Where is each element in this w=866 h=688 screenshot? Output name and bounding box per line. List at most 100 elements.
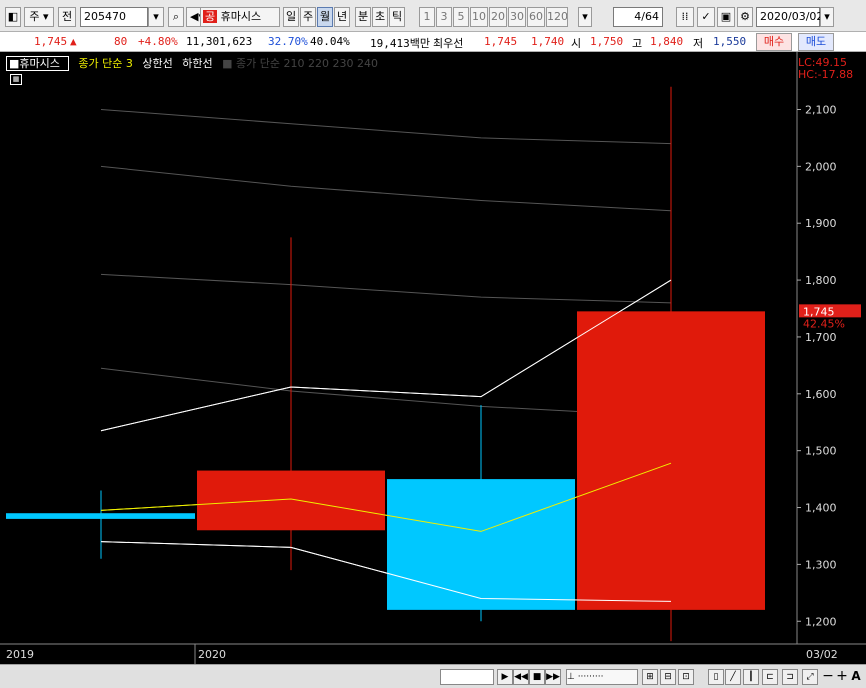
legend-upper[interactable]: 상한선 bbox=[142, 57, 172, 70]
grid-icon[interactable]: ⁞⁞ bbox=[676, 7, 694, 27]
open-label: 시 bbox=[571, 37, 582, 50]
market-select[interactable]: 주 ▾ bbox=[24, 7, 54, 27]
x-tick-label: 03/02 bbox=[806, 648, 838, 661]
chevron-down-icon[interactable]: ▾ bbox=[820, 7, 834, 27]
candle-body bbox=[6, 513, 195, 519]
interval-button[interactable]: 120 bbox=[546, 7, 568, 27]
stock-name-label: 휴마시스 bbox=[220, 10, 262, 23]
stop-icon[interactable]: ■ bbox=[529, 669, 545, 685]
prev-button[interactable]: 전 bbox=[58, 7, 76, 27]
period-button[interactable]: 초 bbox=[372, 7, 388, 27]
font-icon[interactable]: A bbox=[848, 669, 864, 685]
bottom-bar: ▶ ◀◀ ■ ▶▶ ⊥ ········· ⊞ ⊟ ⊡ ▯ ╱ ┃ ⊏ ⊐ ⤢ … bbox=[0, 664, 866, 688]
change-value: 80 bbox=[114, 35, 128, 48]
open-value: 1,750 bbox=[590, 35, 624, 48]
chart-area[interactable]: 1,200 1,300 1,400 1,500 1,600 1,700 1,800 1,900… bbox=[0, 52, 866, 664]
best-ask: 1,745 bbox=[484, 35, 518, 48]
zoom-slider[interactable]: ⊥ ········· bbox=[566, 669, 638, 685]
y-tick-label: 1,200 bbox=[805, 615, 837, 628]
table-icon[interactable]: ▦ bbox=[10, 74, 22, 85]
hc-indicator: HC:-17.88 bbox=[798, 68, 854, 81]
code-input[interactable]: 205470 bbox=[80, 7, 148, 27]
y-tick-label: 1,800 bbox=[805, 274, 837, 287]
buy-button[interactable]: 매수 bbox=[756, 33, 792, 51]
chevron-down-icon[interactable]: ▾ bbox=[148, 7, 164, 27]
scroll-track[interactable] bbox=[440, 669, 494, 685]
chart-legend: ■휴마시스 종가 단순 3 상한선 하한선 ■ 종가 단순 210 220 23… bbox=[6, 55, 390, 71]
series-line bbox=[100, 108, 672, 145]
interval-button[interactable]: 3 bbox=[436, 7, 452, 27]
candle-body bbox=[577, 311, 765, 610]
candlestick-chart: 1,200 1,300 1,400 1,500 1,600 1,700 1,800 1,900… bbox=[0, 52, 866, 664]
y-tick-label: 1,500 bbox=[805, 445, 837, 458]
zoom-box-icon[interactable]: ⊞ bbox=[642, 669, 658, 685]
volume-value: 11,301,623 bbox=[186, 35, 253, 48]
interval-button[interactable]: 5 bbox=[453, 7, 469, 27]
play-icon[interactable]: ▶ bbox=[497, 669, 513, 685]
range-icon[interactable]: ⊐ bbox=[782, 669, 798, 685]
interval-button[interactable]: 10 bbox=[470, 7, 488, 27]
zoom-reset-icon[interactable]: ⤢ bbox=[802, 669, 818, 685]
y-tick-label: 2,000 bbox=[805, 160, 837, 173]
period-button[interactable]: 월 bbox=[317, 7, 333, 27]
interval-button[interactable]: 60 bbox=[527, 7, 545, 27]
chart-type-icon[interactable]: ⊡ bbox=[678, 669, 694, 685]
y-tick-label: 1,900 bbox=[805, 217, 837, 230]
candle-body bbox=[387, 479, 575, 610]
percent-2: 40.04% bbox=[310, 35, 350, 48]
line-icon[interactable]: ╱ bbox=[725, 669, 741, 685]
legend-lower[interactable]: 하한선 bbox=[182, 57, 212, 70]
y-tick-label: 1,400 bbox=[805, 502, 837, 515]
date-input[interactable]: 2020/03/02 bbox=[756, 7, 823, 27]
check-chart-icon[interactable]: ✓ bbox=[697, 7, 715, 27]
quote-bar: 1,745 ▲ 80 +4.80% 11,301,623 32.70% 40.0… bbox=[0, 32, 866, 52]
price-pct-label: 42.45% bbox=[803, 317, 845, 330]
window-icon[interactable]: ◧ bbox=[5, 7, 21, 27]
step-forward-icon[interactable]: ▶▶ bbox=[545, 669, 561, 685]
high-label: 고 bbox=[632, 37, 643, 50]
zoom-out-box-icon[interactable]: ⊟ bbox=[660, 669, 676, 685]
chevron-down-icon[interactable]: ▾ bbox=[578, 7, 592, 27]
interval-button[interactable]: 20 bbox=[489, 7, 507, 27]
y-tick-label: 2,100 bbox=[805, 103, 837, 116]
period-button[interactable]: 일 bbox=[283, 7, 299, 27]
change-percent: +4.80% bbox=[138, 35, 178, 48]
period-button[interactable]: 분 bbox=[355, 7, 371, 27]
x-tick-label: 2019 bbox=[6, 648, 34, 661]
legend-stock[interactable]: ■휴마시스 bbox=[6, 56, 69, 71]
candle-icon[interactable]: ▯ bbox=[708, 669, 724, 685]
legend-stock-name: 휴마시스 bbox=[19, 57, 60, 70]
step-back-icon[interactable]: ◀◀ bbox=[513, 669, 529, 685]
amount-value: 19,413백만 bbox=[370, 37, 430, 50]
compare-icon[interactable]: ⊏ bbox=[762, 669, 778, 685]
series-line bbox=[100, 165, 672, 212]
legend-ma-multi[interactable]: ■ 종가 단순 210 220 230 240 bbox=[222, 57, 384, 70]
x-tick-label: 2020 bbox=[198, 648, 226, 661]
legend-ma-multi-label: 종가 단순 210 220 230 240 bbox=[236, 57, 378, 70]
high-value: 1,840 bbox=[650, 35, 684, 48]
search-icon[interactable]: ⌕ bbox=[168, 7, 184, 27]
y-tick-label: 1,700 bbox=[805, 331, 837, 344]
period-button[interactable]: 주 bbox=[300, 7, 316, 27]
bar-icon[interactable]: ┃ bbox=[743, 669, 759, 685]
best-label: 최우선 bbox=[433, 37, 464, 50]
period-button[interactable]: 년 bbox=[334, 7, 350, 27]
stock-name-box[interactable]: 공 휴마시스 bbox=[200, 7, 280, 27]
candle-body bbox=[197, 470, 385, 531]
low-label: 저 bbox=[693, 37, 704, 50]
interval-button[interactable]: 1 bbox=[419, 7, 435, 27]
series-line bbox=[100, 273, 672, 304]
badge-label: 공 bbox=[203, 10, 218, 23]
period-button[interactable]: 틱 bbox=[389, 7, 405, 27]
y-tick-label: 1,600 bbox=[805, 388, 837, 401]
low-value: 1,550 bbox=[713, 35, 747, 48]
gear-icon[interactable]: ⚙ bbox=[737, 7, 753, 27]
legend-ma[interactable]: 종가 단순 3 bbox=[78, 57, 132, 70]
y-tick-label: 1,300 bbox=[805, 558, 837, 571]
save-icon[interactable]: ▣ bbox=[717, 7, 735, 27]
top-toolbar: ◧ 주 ▾ 전 205470 ▾ ⌕ ◀▾ 공 휴마시스 일주월년분초틱 135… bbox=[0, 0, 866, 32]
up-triangle-icon: ▲ bbox=[70, 35, 77, 48]
sell-button[interactable]: 매도 bbox=[798, 33, 834, 51]
current-price: 1,745 bbox=[34, 35, 68, 48]
interval-button[interactable]: 30 bbox=[508, 7, 526, 27]
